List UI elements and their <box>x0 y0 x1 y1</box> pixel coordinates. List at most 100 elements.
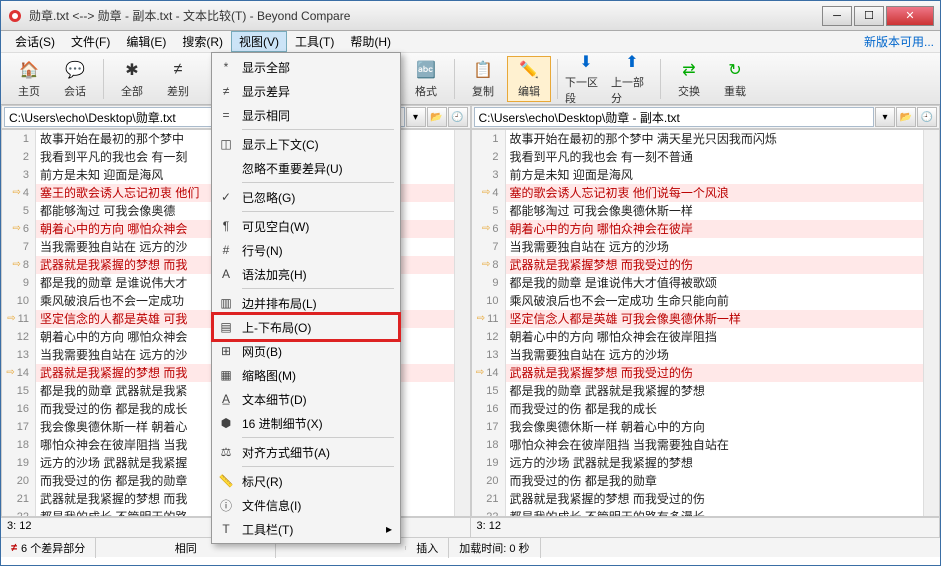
line-gutter: 3 <box>2 166 36 184</box>
menu-item-icon: # <box>216 240 236 260</box>
close-button[interactable]: ✕ <box>886 6 934 26</box>
menu-item[interactable]: ◫显示上下文(C) <box>214 132 398 156</box>
menu-tools[interactable]: 工具(T) <box>287 31 342 52</box>
text-line[interactable]: ⇨11坚定信念人都是英雄 可我会像奥德休斯一样 <box>472 310 940 328</box>
reload-button[interactable]: ↻重载 <box>713 56 757 102</box>
left-browse-button[interactable]: 📂 <box>427 107 447 127</box>
reload-label: 重载 <box>724 83 746 99</box>
menu-item-label: 语法加亮(H) <box>242 266 307 283</box>
menu-item[interactable]: ⬢16 进制细节(X) <box>214 411 398 435</box>
line-number: 16 <box>17 400 29 418</box>
menu-item[interactable]: ✓已忽略(G) <box>214 185 398 209</box>
edit-button[interactable]: ✏️编辑 <box>507 56 551 102</box>
menu-item[interactable]: #行号(N) <box>214 238 398 262</box>
text-line[interactable]: 20而我受过的伤 都是我的勋章 <box>472 472 940 490</box>
menu-item[interactable]: 忽略不重要差异(U) <box>214 156 398 180</box>
toolbar-separator <box>557 59 558 99</box>
text-line[interactable]: 21武器就是我紧握的梦想 而我受过的伤 <box>472 490 940 508</box>
minimize-button[interactable]: ─ <box>822 6 852 26</box>
right-path-input[interactable] <box>474 107 875 127</box>
menu-item[interactable]: ⓘ文件信息(I) <box>214 493 398 517</box>
menu-item-icon: ▥ <box>216 293 236 313</box>
menu-session[interactable]: 会话(S) <box>7 31 63 52</box>
menu-search[interactable]: 搜索(R) <box>174 31 231 52</box>
maximize-button[interactable]: ☐ <box>854 6 884 26</box>
text-line[interactable]: ⇨6朝着心中的方向 哪怕众神会在彼岸 <box>472 220 940 238</box>
menu-help[interactable]: 帮助(H) <box>342 31 399 52</box>
right-dropdown-button[interactable]: ▾ <box>875 107 895 127</box>
window-title: 勋章.txt <--> 勋章 - 副本.txt - 文本比较(T) - Beyo… <box>29 7 822 24</box>
text-line[interactable]: 13当我需要独自站在 远方的沙场 <box>472 346 940 364</box>
menu-item[interactable]: T工具栏(T)▸ <box>214 517 398 541</box>
text-line[interactable]: 9都是我的勋章 是谁说伟大才值得被歌颂 <box>472 274 940 292</box>
menu-item[interactable]: ▤上-下布局(O) <box>214 315 398 339</box>
home-icon: 🏠 <box>18 59 40 81</box>
all-button[interactable]: ✱全部 <box>110 56 154 102</box>
line-gutter: 22 <box>2 508 36 517</box>
text-line[interactable]: ⇨8武器就是我紧握梦想 而我受过的伤 <box>472 256 940 274</box>
menu-item[interactable]: ▦缩略图(M) <box>214 363 398 387</box>
left-history-button[interactable]: 🕘 <box>448 107 468 127</box>
text-line[interactable]: 17我会像奥德休斯一样 朝着心中的方向 <box>472 418 940 436</box>
text-line[interactable]: 22都是我的成长 不管明天的路有多漫长 <box>472 508 940 517</box>
menu-item[interactable]: A̲文本细节(D) <box>214 387 398 411</box>
line-gutter: ⇨14 <box>2 364 36 382</box>
text-line[interactable]: 3前方是未知 迎面是海风 <box>472 166 940 184</box>
line-number: 18 <box>486 436 498 454</box>
right-scrollbar[interactable] <box>923 130 939 516</box>
toolbar-separator <box>103 59 104 99</box>
text-line[interactable]: 5都能够淘过 可我会像奥德休斯一样 <box>472 202 940 220</box>
text-line[interactable]: 12朝着心中的方向 哪怕众神会在彼岸阻挡 <box>472 328 940 346</box>
menu-view[interactable]: 视图(V) <box>231 31 287 52</box>
text-line[interactable]: ⇨4塞的歌会诱人忘记初衷 他们说每一个风浪 <box>472 184 940 202</box>
sessions-button[interactable]: 💬会话 <box>53 56 97 102</box>
path-bar: ▾ 📂 🕘 ▾ 📂 🕘 <box>1 105 940 129</box>
line-text: 乘风破浪后也不会一定成功 <box>36 292 184 310</box>
sessions-icon: 💬 <box>64 59 86 81</box>
line-number: 19 <box>486 454 498 472</box>
right-history-button[interactable]: 🕘 <box>917 107 937 127</box>
text-line[interactable]: 1故事开始在最初的那个梦中 满天星光只因我而闪烁 <box>472 130 940 148</box>
home-button[interactable]: 🏠主页 <box>7 56 51 102</box>
menu-item[interactable]: A语法加亮(H) <box>214 262 398 286</box>
right-pane[interactable]: 1故事开始在最初的那个梦中 满天星光只因我而闪烁2我看到平凡的我也会 有一刻不普… <box>471 129 941 517</box>
menu-item[interactable]: ¶可见空白(W) <box>214 214 398 238</box>
text-line[interactable]: 15都是我的勋章 武器就是我紧握的梦想 <box>472 382 940 400</box>
menu-edit[interactable]: 编辑(E) <box>118 31 174 52</box>
diff-count: ≠6 个差异部分 <box>1 538 96 558</box>
copy-button[interactable]: 📋复制 <box>461 56 505 102</box>
line-text: 当我需要独自站在 远方的沙场 <box>506 346 669 364</box>
load-time: 加载时间: 0 秒 <box>449 538 540 558</box>
line-gutter: 2 <box>2 148 36 166</box>
menu-item-icon: 📏 <box>216 471 236 491</box>
menu-item[interactable]: *显示全部 <box>214 55 398 79</box>
format-button[interactable]: 🔤格式 <box>404 56 448 102</box>
swap-button[interactable]: ⇄交换 <box>667 56 711 102</box>
diffs-button[interactable]: ≠差别 <box>156 56 200 102</box>
text-line[interactable]: 18哪怕众神会在彼岸阻挡 当我需要独自站在 <box>472 436 940 454</box>
menu-item[interactable]: ⚖对齐方式细节(A) <box>214 440 398 464</box>
menu-item[interactable]: 📏标尺(R) <box>214 469 398 493</box>
update-link[interactable]: 新版本可用... <box>864 33 934 50</box>
line-gutter: 3 <box>472 166 506 184</box>
text-line[interactable]: 19远方的沙场 武器就是我紧握的梦想 <box>472 454 940 472</box>
menu-item[interactable]: =显示相同 <box>214 103 398 127</box>
left-scrollbar[interactable] <box>454 130 470 516</box>
text-line[interactable]: ⇨14武器就是我紧握梦想 而我受过的伤 <box>472 364 940 382</box>
not-equal-icon: ≠ <box>11 542 17 554</box>
menu-item[interactable]: ⊞网页(B) <box>214 339 398 363</box>
line-number: 10 <box>17 292 29 310</box>
line-text: 我会像奥德休斯一样 朝着心 <box>36 418 187 436</box>
text-line[interactable]: 16而我受过的伤 都是我的成长 <box>472 400 940 418</box>
text-line[interactable]: 7当我需要独自站在 远方的沙场 <box>472 238 940 256</box>
menu-item[interactable]: ≠显示差异 <box>214 79 398 103</box>
left-dropdown-button[interactable]: ▾ <box>406 107 426 127</box>
edit-label: 编辑 <box>518 83 540 99</box>
text-line[interactable]: 10乘风破浪后也不会一定成功 生命只能向前 <box>472 292 940 310</box>
menu-file[interactable]: 文件(F) <box>63 31 118 52</box>
line-number: 13 <box>17 346 29 364</box>
next-section-button[interactable]: ⬇下一区段 <box>564 56 608 102</box>
text-line[interactable]: 2我看到平凡的我也会 有一刻不普通 <box>472 148 940 166</box>
right-browse-button[interactable]: 📂 <box>896 107 916 127</box>
prev-section-button[interactable]: ⬆上一部分 <box>610 56 654 102</box>
